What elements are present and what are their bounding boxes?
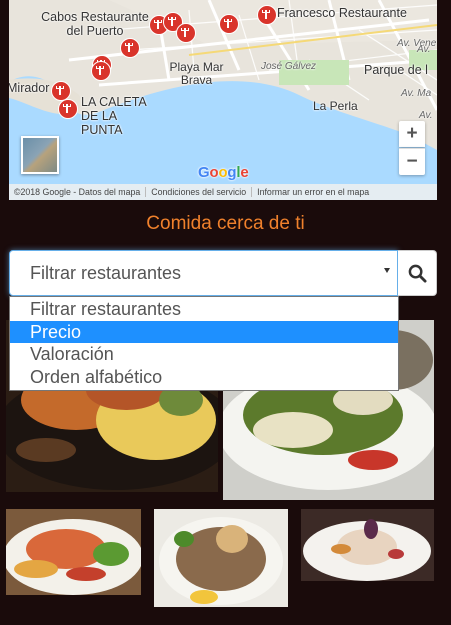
- map-label-av-3: Av.: [419, 110, 433, 121]
- filter-option-default[interactable]: Filtrar restaurantes: [10, 298, 398, 321]
- restaurant-photo[interactable]: [6, 509, 141, 595]
- restaurant-pin[interactable]: [91, 61, 111, 81]
- restaurant-photo[interactable]: [301, 509, 434, 581]
- restaurant-pin[interactable]: [58, 99, 78, 119]
- map-attribution: ©2018 Google - Datos del mapa Condicione…: [9, 184, 437, 200]
- map-label-parque: Parque de l: [364, 63, 428, 77]
- restaurant-pin[interactable]: [51, 81, 71, 101]
- section-title: Comida cerca de ti: [146, 213, 305, 234]
- report-error-link[interactable]: Informar un error en el mapa: [252, 187, 374, 197]
- food-image: [154, 509, 288, 607]
- map-copyright: ©2018 Google - Datos del mapa: [9, 187, 147, 197]
- chevron-down-icon: [384, 268, 390, 273]
- filter-selected-value: Filtrar restaurantes: [30, 263, 182, 283]
- restaurant-pin[interactable]: [257, 5, 277, 25]
- map-label-playa: Playa Mar Brava: [169, 60, 224, 88]
- filter-option-price[interactable]: Precio: [10, 320, 398, 343]
- zoom-in-button[interactable]: +: [399, 121, 425, 147]
- filter-select[interactable]: Filtrar restaurantes: [9, 250, 398, 296]
- restaurant-pin[interactable]: [120, 38, 140, 58]
- search-icon: [408, 264, 427, 283]
- map-label-mirador: Mirador: [9, 81, 50, 95]
- restaurant-photo[interactable]: [154, 509, 288, 607]
- map-label-perla: La Perla: [313, 99, 358, 113]
- filter-option-rating[interactable]: Valoración: [10, 343, 398, 366]
- filter-option-alphabetical[interactable]: Orden alfabético: [10, 366, 398, 389]
- map-label-cabos: Cabos Restaurante del Puerto: [41, 10, 149, 38]
- satellite-view-toggle[interactable]: [21, 136, 59, 174]
- food-image: [6, 509, 141, 595]
- map-label-caleta: LA CALETA DE LA PUNTA: [81, 95, 147, 137]
- terms-link[interactable]: Condiciones del servicio: [146, 187, 253, 197]
- google-logo: Google: [198, 164, 249, 181]
- restaurant-pin[interactable]: [219, 14, 239, 34]
- food-image: [301, 509, 434, 581]
- zoom-out-button[interactable]: −: [399, 148, 425, 175]
- restaurant-pin[interactable]: [176, 23, 196, 43]
- map-label-av-2: Av. Ma: [401, 88, 432, 99]
- map-label-jose-galvez: José Gálvez: [261, 61, 317, 72]
- map-label-francesco: Francesco Restaurante: [277, 6, 407, 20]
- map[interactable]: Cabos Restaurante del Puerto Francesco R…: [9, 0, 437, 200]
- search-button[interactable]: [398, 250, 437, 296]
- filter-dropdown-list: Filtrar restaurantes Precio Valoración O…: [9, 296, 399, 391]
- map-label-av-1: Av.: [417, 44, 431, 55]
